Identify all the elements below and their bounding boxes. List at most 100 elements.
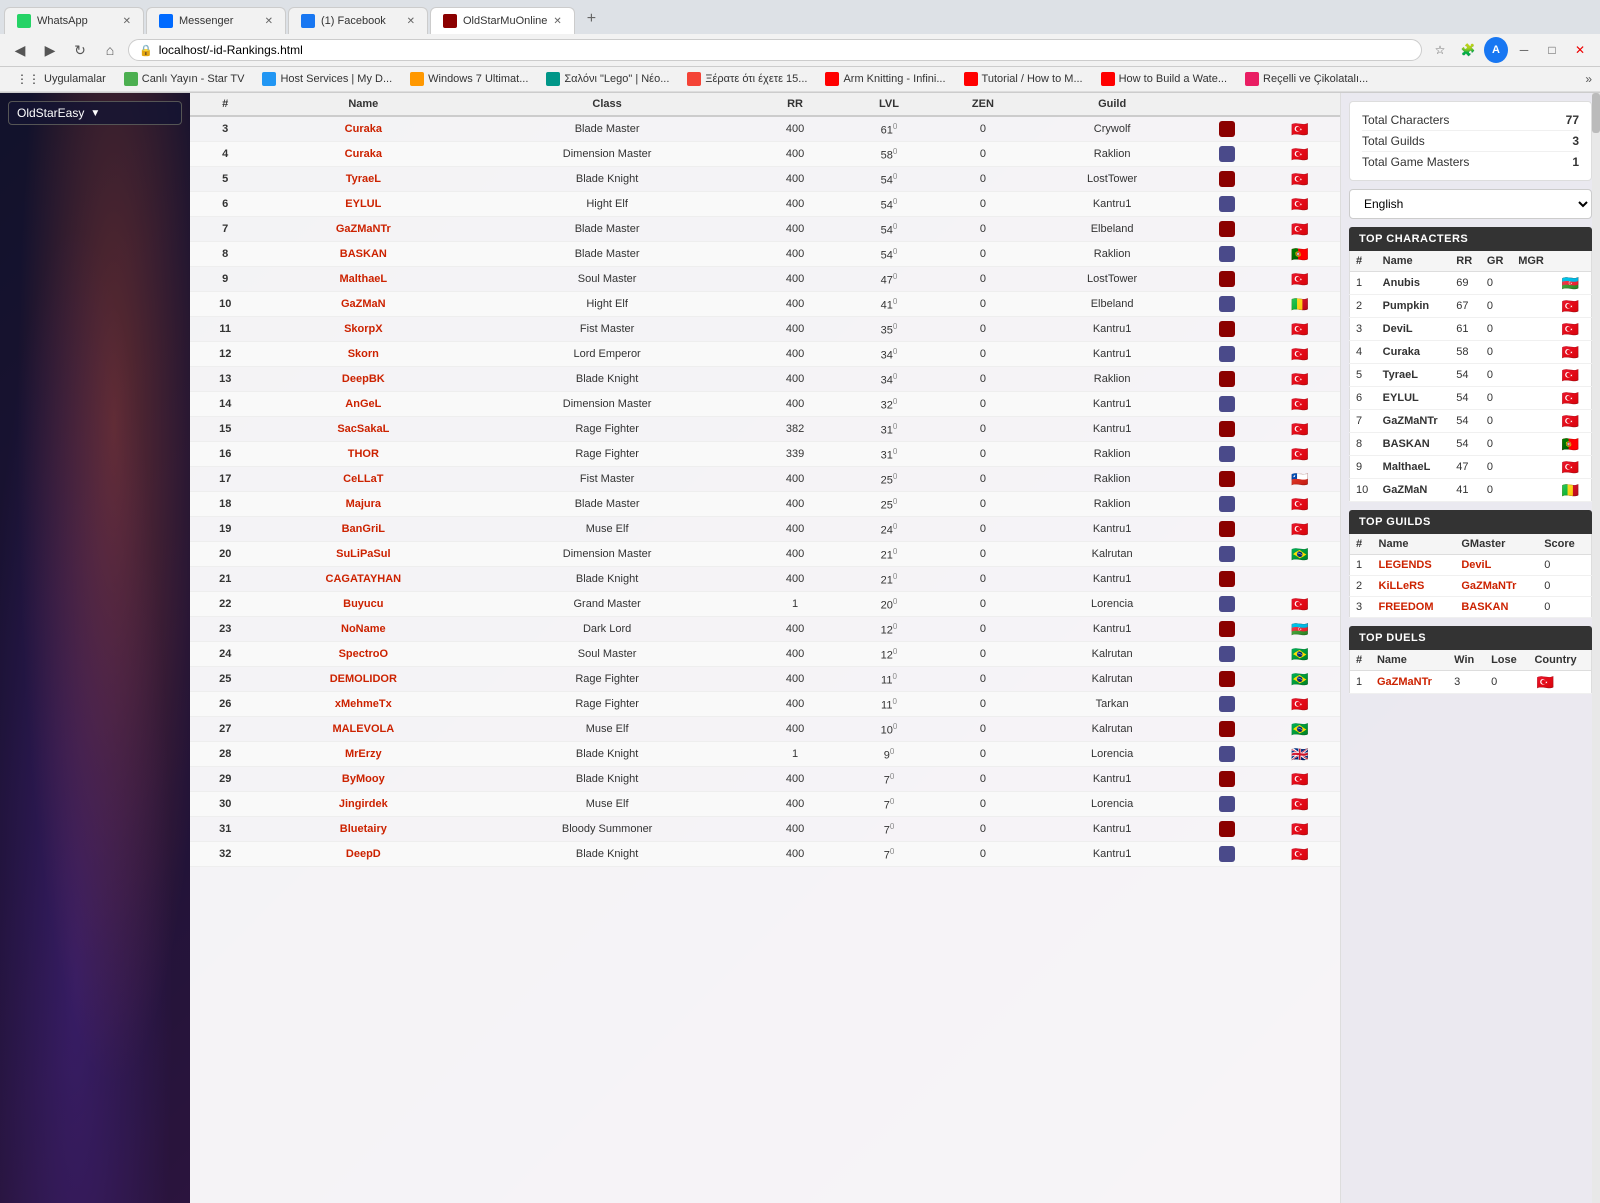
tc-cell-name[interactable]: Curaka (1377, 341, 1451, 364)
lvl-cell: 90 (842, 742, 936, 767)
character-name[interactable]: MrErzy (345, 748, 382, 760)
rr-cell: 400 (748, 392, 842, 417)
tab-whatsapp-close[interactable]: ✕ (123, 16, 131, 27)
bookmarks-more[interactable]: » (1585, 72, 1592, 86)
bm-canli[interactable]: Canlı Yayın - Star TV (116, 70, 253, 88)
minimize-button[interactable]: ─ (1512, 38, 1536, 62)
table-row: 26xMehmeTxRage Fighter4001100Tarkan🇹🇷 (190, 692, 1340, 717)
rank-cell: 8 (190, 242, 260, 267)
tab-messenger[interactable]: Messenger ✕ (146, 7, 286, 34)
language-selector[interactable]: English Turkish Portuguese Spanish (1349, 189, 1592, 219)
bm-arm[interactable]: Arm Knitting - Infini... (817, 70, 953, 88)
tc-cell-name[interactable]: EYLUL (1377, 387, 1451, 410)
character-name[interactable]: CeLLaT (343, 473, 383, 485)
tc-cell-name[interactable]: MalthaeL (1377, 456, 1451, 479)
tc-cell-name[interactable]: GaZMaNTr (1377, 410, 1451, 433)
new-tab-button[interactable]: + (577, 4, 606, 34)
character-name[interactable]: BanGriL (342, 523, 385, 535)
character-name[interactable]: AnGeL (345, 398, 381, 410)
rankings-area[interactable]: # Name Class RR LVL ZEN Guild 3CurakaBla… (190, 93, 1340, 1203)
guild-cell: Kalrutan (1030, 642, 1194, 667)
character-name[interactable]: DeepD (346, 848, 381, 860)
character-name[interactable]: SuLiPaSul (336, 548, 390, 560)
lvl-cell: 120 (842, 617, 936, 642)
guild-icon (1219, 296, 1235, 312)
home-button[interactable]: ⌂ (98, 38, 122, 62)
character-name[interactable]: DEMOLIDOR (330, 673, 397, 685)
forward-button[interactable]: ▶ (38, 38, 62, 62)
tab-facebook[interactable]: (1) Facebook ✕ (288, 7, 428, 34)
lvl-cell: 320 (842, 392, 936, 417)
lvl-cell: 410 (842, 292, 936, 317)
guild-icon-cell (1194, 717, 1260, 742)
reload-button[interactable]: ↻ (68, 38, 92, 62)
character-name[interactable]: xMehmeTx (335, 698, 392, 710)
tab-messenger-close[interactable]: ✕ (265, 16, 273, 27)
guild-cell: Kantru1 (1030, 317, 1194, 342)
bm-xerate[interactable]: Ξέρατε ότι έχετε 15... (679, 70, 815, 88)
rankings-header-row: # Name Class RR LVL ZEN Guild (190, 93, 1340, 116)
character-name[interactable]: NoName (341, 623, 386, 635)
guild-icon (1219, 446, 1235, 462)
character-name[interactable]: TyraeL (346, 173, 381, 185)
character-name[interactable]: Bluetairy (340, 823, 387, 835)
server-name-box[interactable]: OldStarEasy ▼ (8, 101, 182, 125)
country-flag: 🇹🇷 (1289, 797, 1311, 811)
tab-whatsapp[interactable]: WhatsApp ✕ (4, 7, 144, 34)
flag-cell: 🇹🇷 (1260, 267, 1340, 292)
bm-apps[interactable]: ⋮⋮ Uygulamalar (8, 70, 114, 88)
character-name[interactable]: CAGATAYHAN (326, 573, 402, 585)
character-name[interactable]: SacSakaL (337, 423, 389, 435)
character-name[interactable]: Skorn (348, 348, 379, 360)
tc-col-rr: RR (1450, 251, 1481, 272)
url-input[interactable] (159, 43, 1411, 57)
tc-cell-name[interactable]: GaZMaN (1377, 479, 1451, 502)
character-name[interactable]: ByMooy (342, 773, 385, 785)
tab-game-close[interactable]: ✕ (553, 16, 561, 27)
character-name[interactable]: MALEVOLA (332, 723, 394, 735)
bm-win7[interactable]: Windows 7 Ultimat... (402, 70, 536, 88)
bm-water[interactable]: How to Build a Wate... (1093, 70, 1235, 88)
bm-lego[interactable]: Σαλόνι "Lego" | Νέο... (538, 70, 677, 88)
character-name[interactable]: Jingirdek (339, 798, 388, 810)
bookmark-star-button[interactable]: ☆ (1428, 38, 1452, 62)
close-button[interactable]: ✕ (1568, 38, 1592, 62)
tc-cell-name[interactable]: Anubis (1377, 272, 1451, 295)
rank-cell: 12 (190, 342, 260, 367)
character-name[interactable]: MalthaeL (339, 273, 387, 285)
lvl-cell: 200 (842, 592, 936, 617)
character-name[interactable]: Curaka (345, 123, 382, 135)
character-name[interactable]: Curaka (345, 148, 382, 160)
tc-cell-name[interactable]: DeviL (1377, 318, 1451, 341)
country-flag: 🇹🇷 (1289, 697, 1311, 711)
zen-cell: 0 (936, 692, 1030, 717)
back-button[interactable]: ◀ (8, 38, 32, 62)
bm-host[interactable]: Host Services | My D... (254, 70, 400, 88)
character-name[interactable]: Buyucu (343, 598, 383, 610)
class-cell: Rage Fighter (466, 667, 748, 692)
maximize-button[interactable]: □ (1540, 38, 1564, 62)
character-name[interactable]: BASKAN (340, 248, 387, 260)
tc-cell-name[interactable]: BASKAN (1377, 433, 1451, 456)
extensions-button[interactable]: 🧩 (1456, 38, 1480, 62)
tab-game[interactable]: OldStarMuOnline ✕ (430, 7, 575, 34)
character-name[interactable]: THOR (348, 448, 379, 460)
tc-cell-gr: 0 (1481, 341, 1512, 364)
tg-cell-rank: 3 (1350, 597, 1373, 618)
bm-tutorial[interactable]: Tutorial / How to M... (956, 70, 1091, 88)
character-name[interactable]: GaZMaN (341, 298, 386, 310)
character-name[interactable]: EYLUL (345, 198, 381, 210)
bm-recelli[interactable]: Reçelli ve Çikolatalı... (1237, 70, 1376, 88)
right-scrollbar[interactable] (1592, 93, 1600, 1203)
character-name[interactable]: SkorpX (344, 323, 383, 335)
tc-cell-name[interactable]: Pumpkin (1377, 295, 1451, 318)
lvl-cell: 70 (842, 767, 936, 792)
profile-button[interactable]: A (1484, 38, 1508, 62)
tc-cell-name[interactable]: TyraeL (1377, 364, 1451, 387)
tab-facebook-close[interactable]: ✕ (407, 16, 415, 27)
character-name[interactable]: GaZMaNTr (336, 223, 391, 235)
character-name[interactable]: SpectroO (339, 648, 389, 660)
rr-cell: 400 (748, 267, 842, 292)
character-name[interactable]: Majura (346, 498, 381, 510)
character-name[interactable]: DeepBK (342, 373, 385, 385)
